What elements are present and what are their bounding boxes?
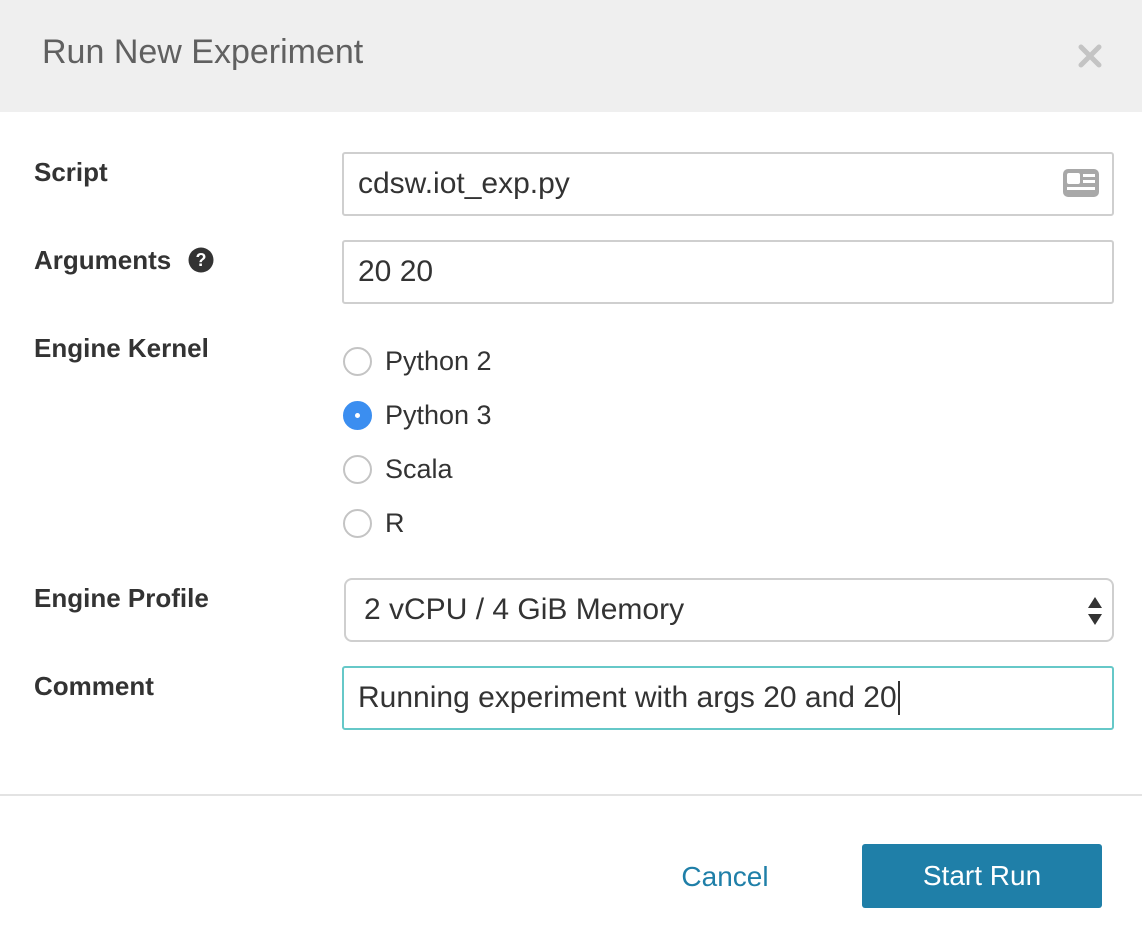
radio-label-scala: Scala: [385, 453, 453, 484]
file-browse-icon[interactable]: [1062, 168, 1100, 198]
script-input[interactable]: cdsw.iot_exp.py: [342, 152, 1114, 216]
question-circle-icon[interactable]: ?: [188, 247, 214, 273]
close-icon[interactable]: [1076, 42, 1104, 70]
engine-kernel-label: Engine Kernel: [34, 333, 209, 363]
comment-label: Comment: [34, 671, 154, 701]
radio-python2[interactable]: Python 2: [343, 345, 492, 377]
radio-label-r: R: [385, 507, 405, 538]
arguments-label: Arguments: [34, 245, 172, 275]
svg-text:?: ?: [196, 250, 207, 270]
radio-label-python2: Python 2: [385, 345, 492, 376]
radio-button[interactable]: [343, 454, 372, 484]
engine-profile-select[interactable]: 2 vCPU / 4 GiB Memory: [344, 578, 1114, 642]
radio-scala[interactable]: Scala: [343, 453, 453, 485]
comment-input[interactable]: Running experiment with args 20 and 20: [342, 666, 1114, 730]
comment-value: Running experiment with args 20 and 20: [358, 681, 897, 714]
script-label: Script: [34, 157, 108, 187]
run-experiment-dialog: Run New Experiment Script cdsw.iot_exp.p…: [0, 0, 1142, 930]
engine-profile-label: Engine Profile: [34, 583, 209, 613]
arguments-value: 20 20: [358, 255, 434, 288]
radio-label-python3: Python 3: [385, 399, 492, 430]
radio-button[interactable]: [343, 508, 372, 538]
radio-r[interactable]: R: [343, 507, 405, 539]
engine-profile-value: 2 vCPU / 4 GiB Memory: [364, 593, 685, 626]
text-caret: [897, 681, 900, 715]
script-value: cdsw.iot_exp.py: [358, 167, 570, 200]
start-run-button[interactable]: Start Run: [862, 844, 1102, 908]
cancel-button[interactable]: Cancel: [662, 846, 788, 908]
dialog-title: Run New Experiment: [42, 33, 364, 71]
select-arrows-icon: [1086, 596, 1104, 626]
radio-button[interactable]: [343, 346, 372, 376]
footer-divider: [0, 794, 1142, 796]
arguments-input[interactable]: 20 20: [342, 240, 1114, 304]
radio-button-selected[interactable]: [343, 400, 372, 430]
radio-python3[interactable]: Python 3: [343, 399, 492, 431]
dialog-header: Run New Experiment: [0, 0, 1142, 112]
